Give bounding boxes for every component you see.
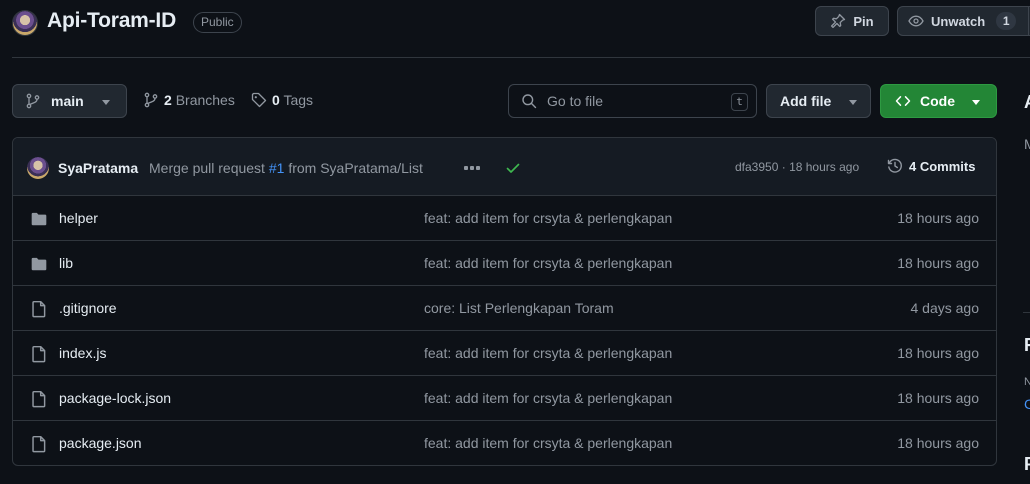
ellipsis-icon[interactable] [461,161,483,175]
branches-label: Branches [175,92,235,108]
releases-link-peek[interactable]: C [1024,396,1030,412]
commit-message-suffix: from SyaPratama/List [288,160,423,176]
repo-header: Api-Toram-ID Public Pin Unwatch 1 [12,0,1030,58]
file-commit-date: 18 hours ago [897,390,979,406]
owner-avatar[interactable] [12,10,38,36]
file-commit-message[interactable]: feat: add item for crsyta & perlengkapan [424,255,672,271]
releases-text-peek: N [1024,376,1030,388]
commit-author-avatar[interactable] [27,157,49,179]
commit-message-prefix: Merge pull request [149,160,265,176]
check-icon[interactable] [505,160,521,176]
unwatch-button[interactable]: Unwatch 1 [897,6,1030,36]
repo-page: Api-Toram-ID Public Pin Unwatch 1 main 2… [0,0,1030,484]
tags-link[interactable]: 0 Tags [251,92,313,108]
watch-counter: 1 [996,12,1017,30]
table-row[interactable]: package-lock.json feat: add item for crsy… [13,376,996,421]
commit-sha-time[interactable]: dfa3950 · 18 hours ago [735,160,859,174]
add-file-button[interactable]: Add file [766,84,871,118]
eye-icon [908,15,924,27]
folder-icon [31,257,47,271]
branches-count: 2 [164,92,172,108]
file-name-link[interactable]: package.json [59,435,142,451]
sidebar-divider [1023,312,1030,313]
file-icon [32,390,46,408]
file-commit-message[interactable]: feat: add item for crsyta & perlengkapan [424,210,672,226]
add-file-label: Add file [780,93,832,109]
history-icon [887,158,902,173]
go-to-file-search[interactable]: t [508,84,757,118]
pull-request-link[interactable]: #1 [269,160,285,176]
file-name-link[interactable]: helper [59,210,98,226]
pin-icon [831,13,846,29]
unwatch-label: Unwatch [931,13,986,29]
file-name-link[interactable]: lib [59,255,73,271]
about-heading-peek: A [1024,92,1030,113]
visibility-badge: Public [193,12,242,33]
code-icon [895,96,911,106]
table-row[interactable]: .gitignore core: List Perlengkapan Toram 4… [13,286,996,331]
about-sidebar-peek: A M R N C P [1023,84,1030,484]
commit-sha[interactable]: dfa3950 [735,160,778,174]
file-commit-date: 18 hours ago [897,345,979,361]
file-name-link[interactable]: index.js [59,345,106,361]
file-icon [32,435,46,453]
description-peek: M [1024,136,1030,152]
file-commit-date: 4 days ago [910,300,980,316]
file-table: SyaPratama Merge pull request #1 from Sy… [12,137,997,466]
folder-icon [31,212,47,226]
git-branch-icon [26,93,40,109]
chevron-down-icon [849,100,857,105]
tags-label: Tags [283,92,314,108]
table-row[interactable]: lib feat: add item for crsyta & perlengka… [13,241,996,286]
file-commit-message[interactable]: core: List Perlengkapan Toram [424,300,614,316]
file-commit-date: 18 hours ago [897,435,979,451]
table-row[interactable]: package.json feat: add item for crsyta & … [13,421,996,465]
commit-message[interactable]: Merge pull request #1 from SyaPratama/Li… [149,160,423,176]
file-icon [32,345,46,363]
code-label: Code [920,93,955,109]
commits-history-link[interactable]: 4 Commits [887,158,975,174]
branch-name: main [51,93,84,109]
releases-heading-peek: R [1024,335,1030,356]
latest-commit-bar: SyaPratama Merge pull request #1 from Sy… [13,138,996,196]
file-commit-message[interactable]: feat: add item for crsyta & perlengkapan [424,435,672,451]
file-commit-date: 18 hours ago [897,255,979,271]
file-icon [32,300,46,318]
packages-heading-peek: P [1024,454,1030,475]
code-button[interactable]: Code [880,84,997,118]
commit-author[interactable]: SyaPratama [58,160,138,176]
commits-count: 4 Commits [909,158,976,174]
branch-select-button[interactable]: main [12,84,127,118]
chevron-down-icon [972,100,980,105]
tag-icon [251,92,267,108]
branches-link[interactable]: 2 Branches [143,92,235,108]
commit-time: 18 hours ago [789,160,860,174]
table-row[interactable]: helper feat: add item for crsyta & perlen… [13,196,996,241]
chevron-down-icon [102,100,110,105]
pin-label: Pin [853,13,874,29]
file-name-link[interactable]: package-lock.json [59,390,171,406]
search-icon [522,94,537,109]
file-name-link[interactable]: .gitignore [59,300,117,316]
repo-title[interactable]: Api-Toram-ID [47,9,176,33]
file-commit-message[interactable]: feat: add item for crsyta & perlengkapan [424,345,672,361]
tags-count: 0 [272,92,280,108]
pin-button[interactable]: Pin [815,6,889,36]
file-commit-message[interactable]: feat: add item for crsyta & perlengkapan [424,390,672,406]
git-branch-icon [144,92,158,108]
file-list: helper feat: add item for crsyta & perlen… [13,196,996,465]
keyboard-shortcut-hint: t [731,93,748,111]
file-commit-date: 18 hours ago [897,210,979,226]
table-row[interactable]: index.js feat: add item for crsyta & perl… [13,331,996,376]
go-to-file-input[interactable] [547,93,717,109]
